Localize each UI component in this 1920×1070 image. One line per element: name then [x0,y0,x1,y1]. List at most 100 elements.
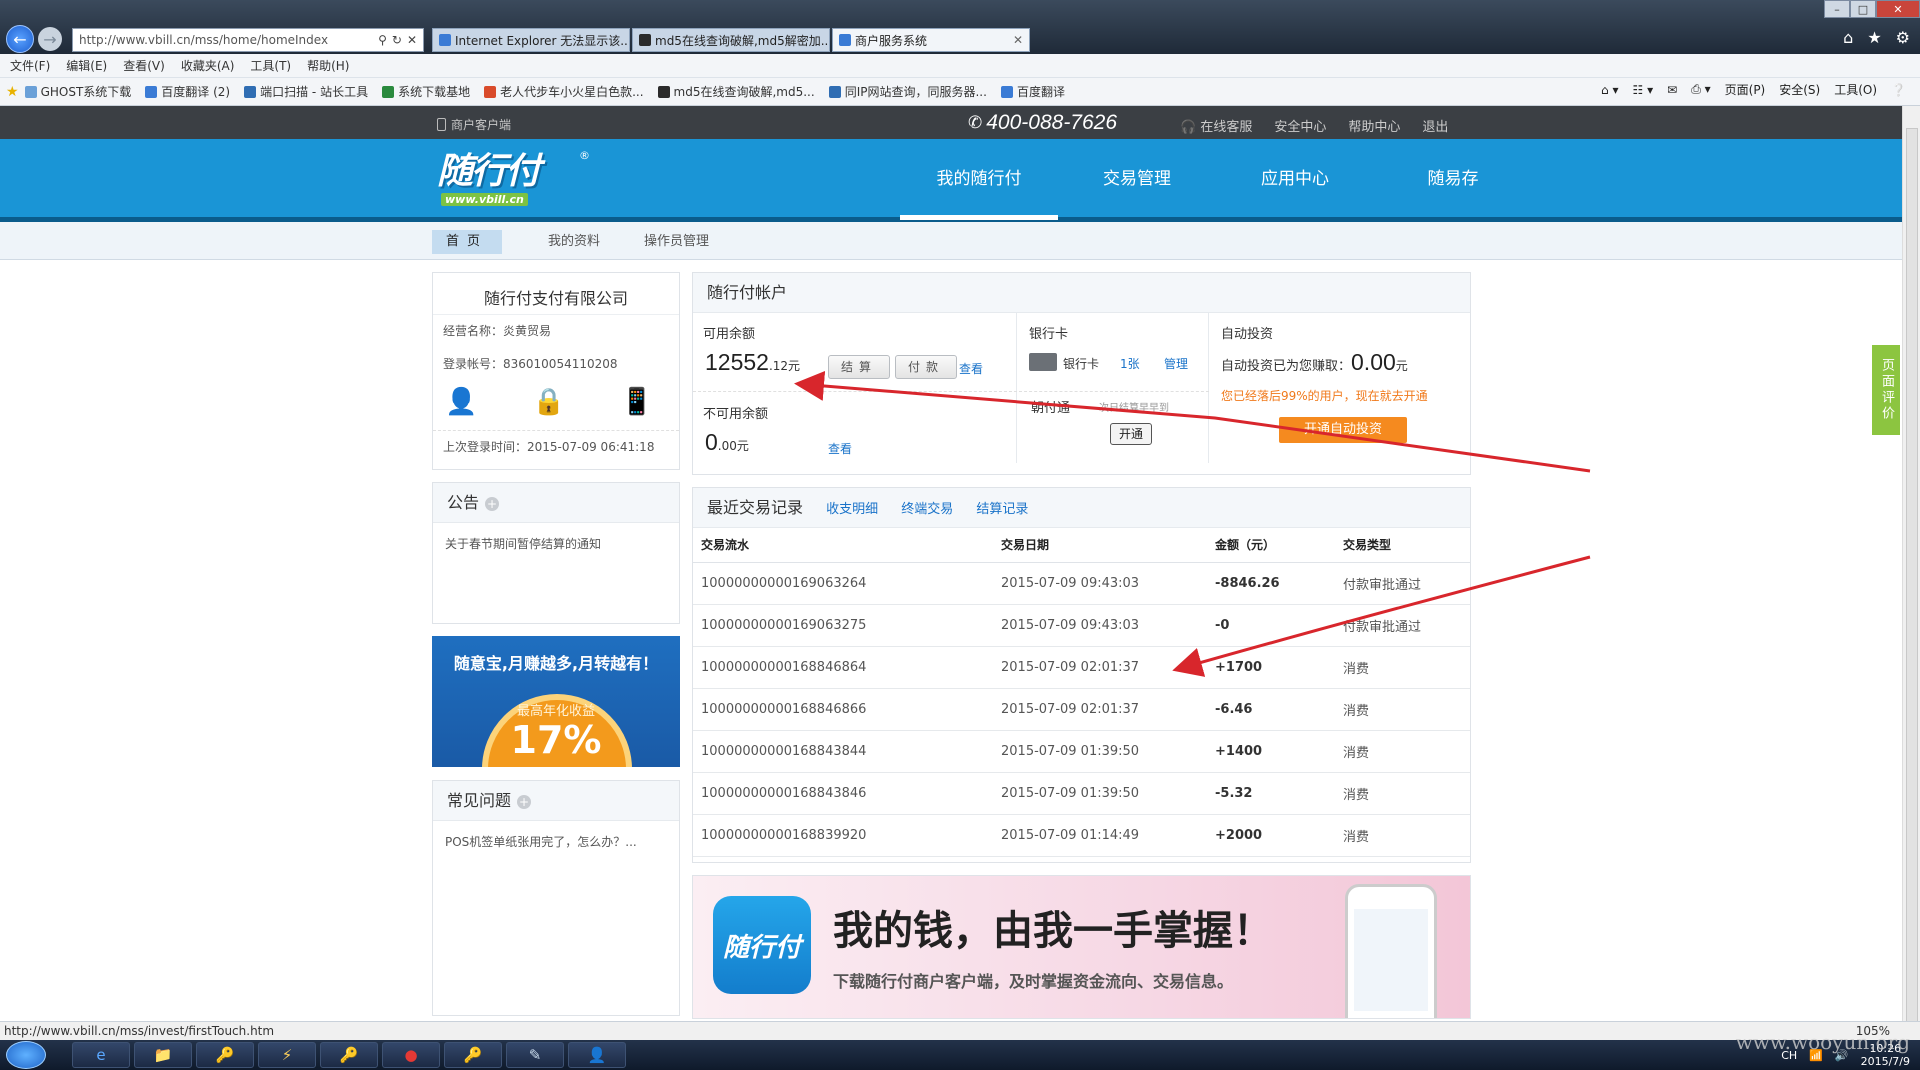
maximize-button[interactable]: □ [1850,0,1876,18]
subnav-home[interactable]: 首页 [432,230,503,254]
fav-link[interactable]: md5在线查询破解,md5... [657,83,815,100]
table-row[interactable]: 10000000000168846866 2015-07-09 02:01:37-… [693,688,1470,731]
cell-amount: -0 [1215,604,1343,647]
fav-link[interactable]: 端口扫描 - 站长工具 [244,83,368,100]
fav-link[interactable]: 百度翻译 (2) [145,83,230,100]
scrollbar-thumb[interactable] [1906,128,1918,1028]
pen-taskbar-icon[interactable]: ✎ [506,1042,564,1068]
menu-tools[interactable]: 工具(T) [250,57,291,74]
help-icon[interactable]: ❔ [1891,83,1906,97]
logout-link[interactable]: 退出 [1422,116,1448,135]
forward-button[interactable]: → [38,27,62,51]
menu-page[interactable]: 页面(P) [1725,81,1766,98]
page-feedback-tab[interactable]: 页面评价 [1872,345,1900,435]
online-service-link[interactable]: 🎧 在线客服 [1180,116,1252,135]
table-row[interactable]: 10000000000168843844 2015-07-09 01:39:50 +… [693,730,1470,773]
plus-icon[interactable]: + [517,794,532,809]
notice-header: 公告 + [433,483,679,523]
tab-md5[interactable]: md5在线查询破解,md5解密加... [632,28,830,52]
security-center-link[interactable]: 安全中心 [1274,116,1326,135]
cell-serial: 10000000000169063264 [693,562,1001,605]
pay-button[interactable]: 付款 [895,355,958,379]
fav-link[interactable]: 同IP网站查询，同服务器... [828,83,987,100]
menu-safety[interactable]: 安全(S) [1779,81,1820,98]
menu-favorites[interactable]: 收藏夹(A) [181,57,235,74]
mobile-icon[interactable]: 📱 [621,387,653,426]
table-row[interactable]: 10000000000169063275 2015-07-09 09:43:03-… [693,604,1470,647]
fav-link[interactable]: GHOST系统下载 [24,83,131,100]
fav-link[interactable]: 百度翻译 [1000,83,1065,100]
nav-app-center[interactable]: 应用中心 [1216,139,1374,222]
logo[interactable]: 随行付 ® www.vbill.cn [437,149,592,209]
app-taskbar-icon[interactable]: ● [382,1042,440,1068]
back-button[interactable]: ← [6,25,34,53]
app-icon: 随行付 [713,896,811,994]
address-bar[interactable]: http://www.vbill.cn/mss/home/homeIndex ⚲… [72,28,424,52]
merchant-client-link[interactable]: 商户客户端 [437,116,511,133]
view-available-link[interactable]: 查看 [959,360,983,377]
user-taskbar-icon[interactable]: 👤 [568,1042,626,1068]
menu-edit[interactable]: 编辑(E) [66,57,107,74]
table-row[interactable]: 10000000000168839920 2015-07-09 01:14:49 +… [693,814,1470,857]
view-unavailable-link[interactable]: 查看 [828,440,852,457]
subnav-my-profile[interactable]: 我的资料 [548,230,600,254]
favorites-star-icon[interactable]: ★ [1867,28,1881,47]
terminal-trade-link[interactable]: 终端交易 [901,502,953,517]
app-download-banner[interactable]: 随行付 我的钱，由我一手掌握！ 下载随行付商户客户端，及时掌握资金流向、交易信息… [692,875,1471,1019]
faq-item[interactable]: POS机签单纸张用完了，怎么办？... [433,821,679,862]
chaofu-label: 朝付通 [1031,401,1071,416]
home-icon[interactable]: ⌂ [1843,28,1853,47]
notice-item[interactable]: 关于春节期间暂停结算的通知 [433,523,679,564]
bolt-taskbar-icon[interactable]: ⚡ [258,1042,316,1068]
favorites-star-icon[interactable]: ★ [6,84,19,100]
menu-view[interactable]: 查看(V) [123,57,165,74]
nav-easy-deposit[interactable]: 随易存 [1374,139,1532,222]
key-taskbar-icon[interactable]: 🔑 [320,1042,378,1068]
id-card-icon[interactable]: 👤 [445,387,477,426]
table-row[interactable]: 10000000000169063264 2015-07-09 09:43:03-… [693,562,1470,605]
table-row[interactable]: 10000000000168846864 2015-07-09 02:01:37 +… [693,646,1470,689]
autoinvest-open-button[interactable]: 开通自动投资 [1279,417,1407,443]
close-window-button[interactable]: ✕ [1876,0,1920,18]
address-url[interactable]: http://www.vbill.cn/mss/home/homeIndex [79,33,373,47]
start-button[interactable] [6,1041,46,1069]
key-taskbar-icon[interactable]: 🔑 [196,1042,254,1068]
menu-tools-cmd[interactable]: 工具(O) [1834,81,1877,98]
tab-merchant[interactable]: 商户服务系统 ✕ [832,28,1030,52]
mail-icon[interactable]: ✉ [1667,83,1677,97]
home-icon[interactable]: ⌂ ▾ [1601,83,1618,97]
autoinvest-earned: 自动投资已为您赚取：0.00元 [1221,349,1408,376]
refresh-icon[interactable]: ↻ [392,33,402,47]
plus-icon[interactable]: + [485,496,500,511]
nav-my-vbill[interactable]: 我的随行付 [900,139,1058,220]
tab-ie-error[interactable]: Internet Explorer 无法显示该... [432,28,630,52]
key-taskbar-icon[interactable]: 🔑 [444,1042,502,1068]
settle-button[interactable]: 结算 [828,355,891,379]
rss-icon[interactable]: ☷ ▾ [1633,83,1654,97]
menu-file[interactable]: 文件(F) [10,57,50,74]
fav-label: 同IP网站查询，同服务器... [844,85,987,99]
help-center-link[interactable]: 帮助中心 [1348,116,1400,135]
settlement-record-link[interactable]: 结算记录 [976,502,1028,517]
promo-banner[interactable]: 随意宝,月赚越多,月转越有！ 最高年化收益 17% [432,636,680,767]
print-icon[interactable]: ⎙ ▾ [1691,82,1710,97]
nav-trade-manage[interactable]: 交易管理 [1058,139,1216,222]
close-tab-icon[interactable]: ✕ [1007,33,1023,47]
menu-help[interactable]: 帮助(H) [307,57,349,74]
fav-link[interactable]: 系统下载基地 [382,83,470,100]
fav-label: md5在线查询破解,md5... [673,85,815,99]
minimize-button[interactable]: – [1824,0,1850,18]
ie-taskbar-icon[interactable]: e [72,1042,130,1068]
bank-manage-link[interactable]: 管理 [1164,355,1188,372]
search-icon[interactable]: ⚲ [378,33,387,47]
folder-taskbar-icon[interactable]: 📁 [134,1042,192,1068]
lock-icon[interactable]: 🔒 [533,387,565,426]
scrollbar[interactable] [1902,106,1920,1028]
chaofu-open-button[interactable]: 开通 [1110,423,1153,445]
subnav-operator-manage[interactable]: 操作员管理 [644,230,709,254]
table-row[interactable]: 10000000000168843846 2015-07-09 01:39:50-… [693,772,1470,815]
stop-icon[interactable]: ✕ [407,33,417,47]
gear-icon[interactable]: ⚙ [1896,28,1910,47]
fav-link[interactable]: 老人代步车小火星白色款... [484,83,644,100]
income-detail-link[interactable]: 收支明细 [826,502,878,517]
